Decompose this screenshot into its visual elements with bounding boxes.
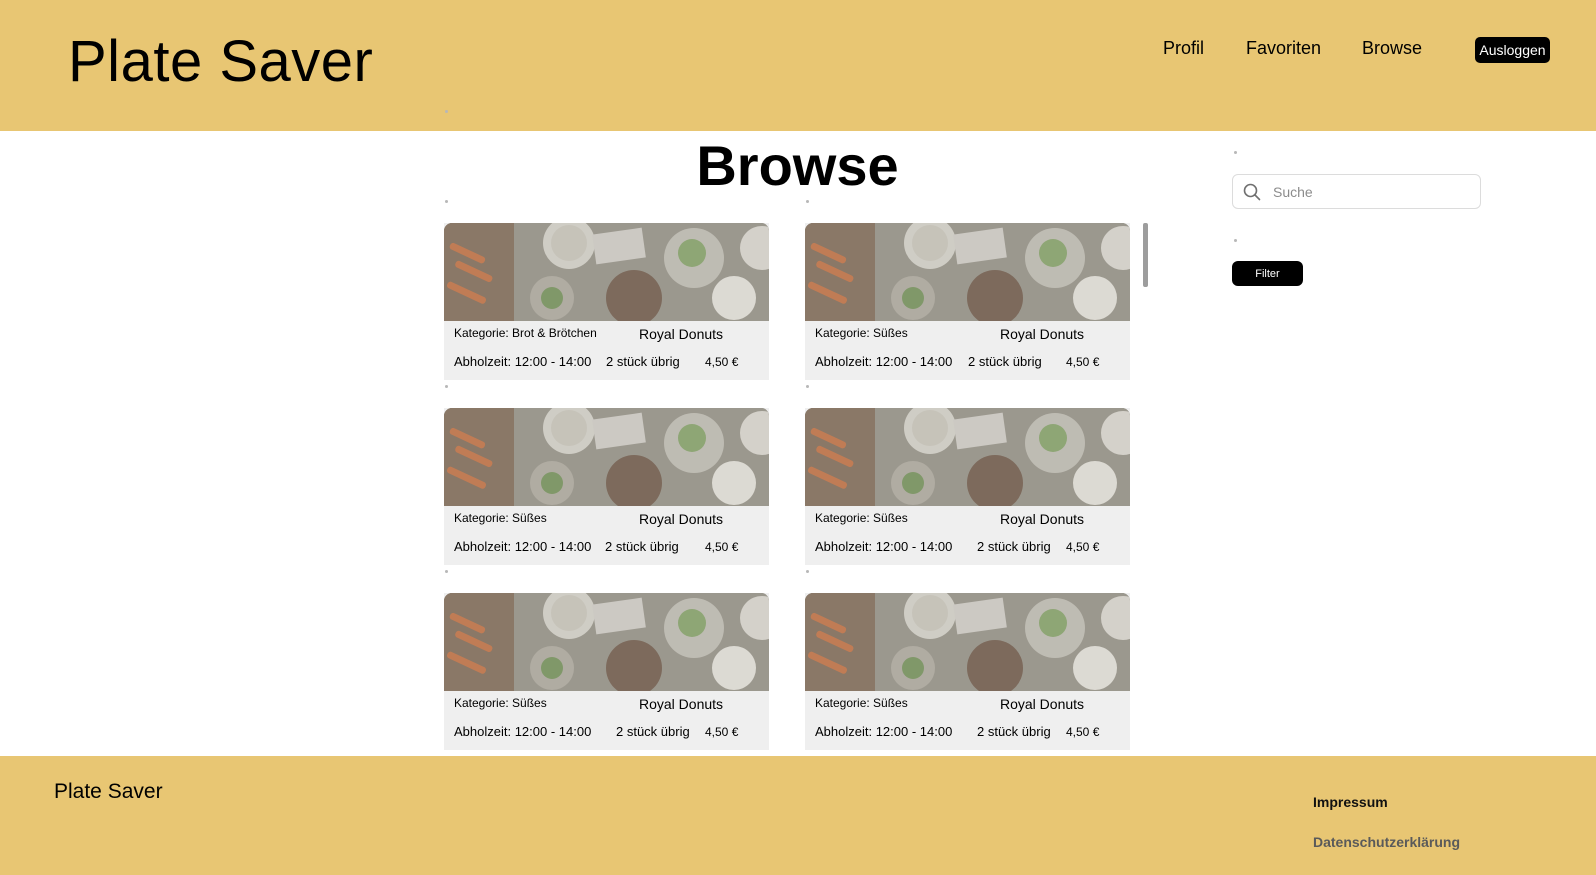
- offer-card[interactable]: Kategorie: Süßes Royal Donuts Abholzeit:…: [805, 593, 1130, 750]
- search-box[interactable]: [1232, 174, 1481, 209]
- search-input[interactable]: [1271, 180, 1475, 204]
- offer-category: Kategorie: Süßes: [454, 696, 547, 710]
- site-header: Plate Saver Profil Favoriten Browse Ausl…: [0, 0, 1596, 131]
- offer-category: Kategorie: Süßes: [815, 326, 908, 340]
- offer-pickup-time: Abholzeit: 12:00 - 14:00: [454, 724, 592, 739]
- decor-dot: [1234, 151, 1237, 154]
- offer-card[interactable]: Kategorie: Süßes Royal Donuts Abholzeit:…: [444, 593, 769, 750]
- logout-button[interactable]: Ausloggen: [1475, 37, 1550, 63]
- decor-dot: [806, 385, 809, 388]
- food-photo-icon: [805, 223, 1130, 321]
- offer-image[interactable]: [444, 593, 769, 691]
- decor-dot: [806, 200, 809, 203]
- offer-image[interactable]: [444, 223, 769, 321]
- offer-price: 4,50 €: [1066, 725, 1100, 739]
- scrollbar[interactable]: [1143, 223, 1148, 287]
- offer-card[interactable]: Kategorie: Süßes Royal Donuts Abholzeit:…: [444, 408, 769, 565]
- offer-store: Royal Donuts: [639, 696, 724, 712]
- food-photo-icon: [805, 408, 1130, 506]
- offer-remaining: 2 stück übrig: [616, 724, 690, 739]
- offer-remaining: 2 stück übrig: [605, 539, 679, 554]
- offer-pickup-time: Abholzeit: 12:00 - 14:00: [815, 354, 953, 369]
- offer-image[interactable]: [805, 223, 1130, 321]
- nav-favoriten[interactable]: Favoriten: [1246, 38, 1321, 59]
- offer-pickup-time: Abholzeit: 12:00 - 14:00: [454, 539, 592, 554]
- offer-card[interactable]: Kategorie: Süßes Royal Donuts Abholzeit:…: [805, 408, 1130, 565]
- offer-price: 4,50 €: [705, 540, 739, 554]
- offer-price: 4,50 €: [705, 725, 739, 739]
- decor-dot: [445, 110, 448, 113]
- offer-remaining: 2 stück übrig: [606, 354, 680, 369]
- offer-price: 4,50 €: [705, 355, 739, 369]
- offer-remaining: 2 stück übrig: [977, 539, 1051, 554]
- food-photo-icon: [444, 408, 769, 506]
- offer-card[interactable]: Kategorie: Süßes Royal Donuts Abholzeit:…: [805, 223, 1130, 380]
- impressum-link[interactable]: Impressum: [1313, 794, 1388, 810]
- offer-category: Kategorie: Brot & Brötchen: [454, 326, 597, 340]
- search-icon: [1243, 183, 1261, 201]
- offer-remaining: 2 stück übrig: [977, 724, 1051, 739]
- offer-price: 4,50 €: [1066, 540, 1100, 554]
- offer-store: Royal Donuts: [1000, 696, 1085, 712]
- nav-profil[interactable]: Profil: [1163, 38, 1204, 59]
- food-photo-icon: [805, 593, 1130, 691]
- offer-store: Royal Donuts: [1000, 511, 1085, 527]
- brand-logo[interactable]: Plate Saver: [68, 28, 373, 95]
- offer-pickup-time: Abholzeit: 12:00 - 14:00: [815, 724, 953, 739]
- offer-image[interactable]: [444, 408, 769, 506]
- decor-dot: [445, 570, 448, 573]
- offer-store: Royal Donuts: [639, 511, 724, 527]
- decor-dot: [445, 385, 448, 388]
- offer-image[interactable]: [805, 593, 1130, 691]
- food-photo-icon: [444, 593, 769, 691]
- site-footer: Plate Saver Impressum Datenschutzerkläru…: [0, 756, 1596, 875]
- nav-browse[interactable]: Browse: [1362, 38, 1422, 59]
- offer-category: Kategorie: Süßes: [454, 511, 547, 525]
- offer-card[interactable]: Kategorie: Brot & Brötchen Royal Donuts …: [444, 223, 769, 380]
- decor-dot: [1234, 239, 1237, 242]
- filter-button[interactable]: Filter: [1232, 261, 1303, 286]
- offer-category: Kategorie: Süßes: [815, 696, 908, 710]
- offer-price: 4,50 €: [1066, 355, 1100, 369]
- decor-dot: [806, 570, 809, 573]
- offer-pickup-time: Abholzeit: 12:00 - 14:00: [454, 354, 592, 369]
- decor-dot: [445, 200, 448, 203]
- offer-remaining: 2 stück übrig: [968, 354, 1042, 369]
- offer-store: Royal Donuts: [639, 326, 724, 342]
- offer-category: Kategorie: Süßes: [815, 511, 908, 525]
- page-title: Browse: [696, 134, 899, 197]
- food-photo-icon: [444, 223, 769, 321]
- offer-pickup-time: Abholzeit: 12:00 - 14:00: [815, 539, 953, 554]
- offer-image[interactable]: [805, 408, 1130, 506]
- offer-store: Royal Donuts: [1000, 326, 1085, 342]
- footer-brand: Plate Saver: [54, 780, 163, 803]
- privacy-link[interactable]: Datenschutzerklärung: [1313, 834, 1460, 850]
